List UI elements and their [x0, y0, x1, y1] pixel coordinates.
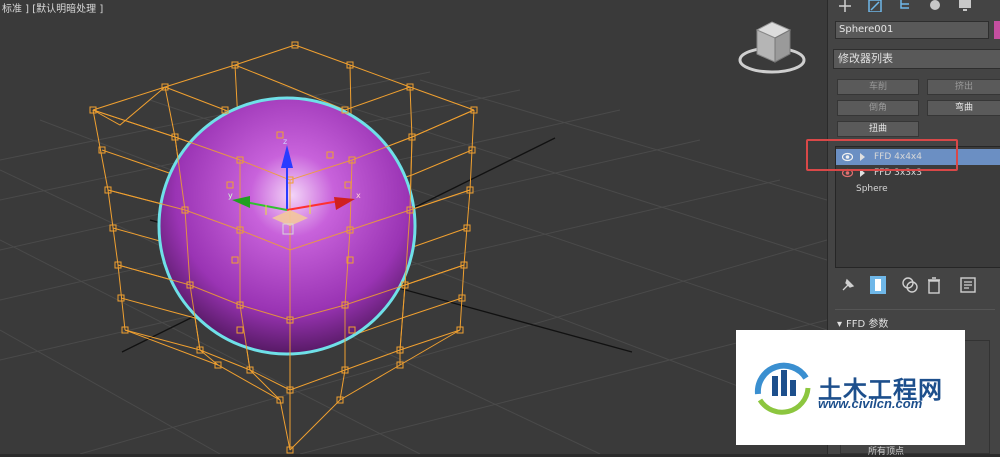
watermark-url: www.civilcn.com: [818, 396, 923, 411]
object-color-swatch[interactable]: [994, 21, 1000, 39]
watermark-logo-icon: [754, 362, 811, 415]
viewcube-icon: [738, 21, 806, 74]
bend-button[interactable]: 弯曲: [927, 100, 1000, 116]
lathe-button[interactable]: 车削: [837, 79, 919, 95]
annotation-highlight-box: [806, 139, 958, 171]
divider: [835, 309, 995, 310]
show-end-result-icon[interactable]: [869, 276, 887, 294]
scene-canvas[interactable]: z x y: [0, 0, 827, 454]
twist-button[interactable]: 扭曲: [837, 121, 919, 137]
extrude-button[interactable]: 挤出: [927, 79, 1000, 95]
object-name-field[interactable]: Sphere001: [835, 21, 989, 39]
display-icon[interactable]: [954, 0, 976, 12]
rollout-title: FFD 参数: [846, 319, 889, 330]
pin-stack-icon[interactable]: [839, 276, 857, 294]
home-grid: [0, 71, 827, 454]
motion-icon[interactable]: [924, 0, 946, 12]
svg-text:x: x: [356, 191, 361, 200]
configure-modifier-sets-icon[interactable]: [959, 276, 977, 294]
perspective-viewport[interactable]: z x y 标准 ] [默认明暗处理 ]: [0, 0, 827, 454]
create-icon[interactable]: [834, 0, 856, 12]
viewport-label[interactable]: 标准 ] [默认明暗处理 ]: [0, 0, 105, 15]
make-unique-icon[interactable]: [901, 276, 919, 294]
modifier-list-dropdown[interactable]: 修改器列表: [833, 49, 1000, 69]
all-vertices-option[interactable]: 所有顶点: [868, 444, 904, 457]
stack-toolbar: [835, 274, 995, 296]
stack-item-sphere[interactable]: Sphere: [836, 181, 1000, 197]
hierarchy-icon[interactable]: [894, 0, 916, 12]
modify-icon[interactable]: [864, 0, 886, 12]
svg-text:z: z: [283, 137, 287, 146]
rollout-toggle-icon[interactable]: ▾: [837, 319, 842, 330]
remove-modifier-icon[interactable]: [925, 276, 943, 294]
svg-text:y: y: [228, 191, 233, 200]
stack-item-label: Sphere: [856, 184, 888, 194]
chamfer-button[interactable]: 倒角: [837, 100, 919, 116]
watermark: 土木工程网 www.civilcn.com: [736, 330, 965, 445]
